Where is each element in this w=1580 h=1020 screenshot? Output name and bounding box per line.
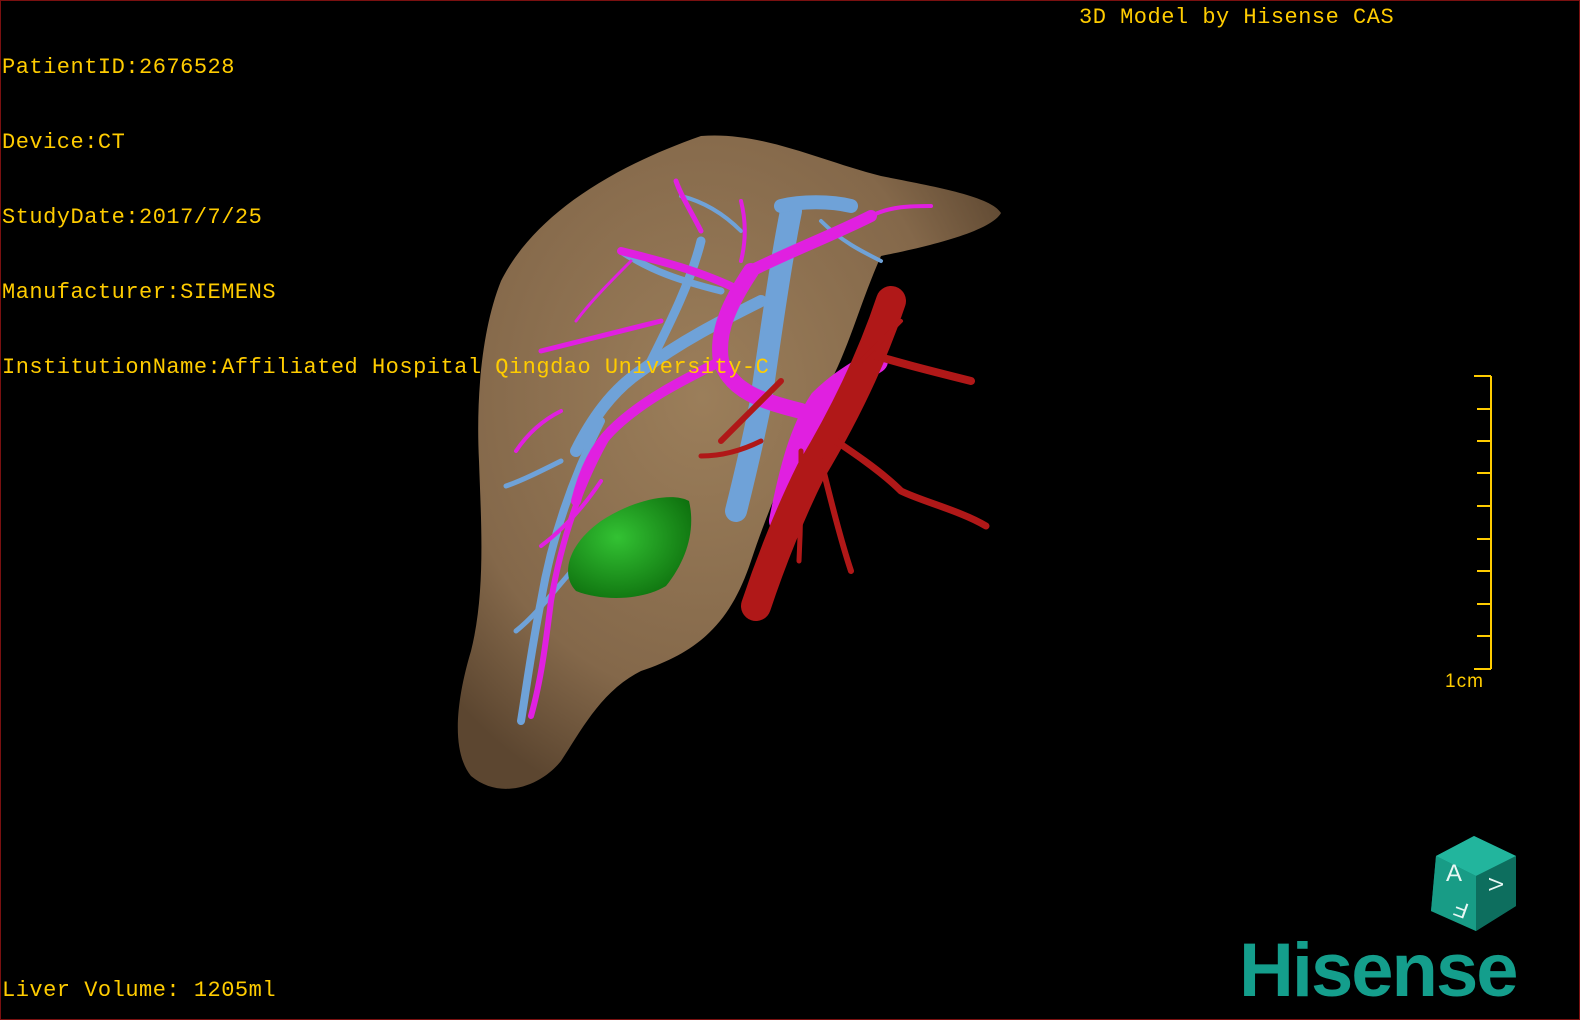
scale-label: 1cm bbox=[1445, 671, 1484, 692]
study-date-text: StudyDate:2017/7/25 bbox=[2, 205, 263, 230]
manufacturer-text: Manufacturer:SIEMENS bbox=[2, 280, 277, 305]
orientation-cube[interactable]: A F V bbox=[1416, 831, 1526, 941]
scale-bar bbox=[1474, 375, 1492, 670]
patient-info-overlay: PatientID:2676528 Device:CT StudyDate:20… bbox=[2, 5, 769, 430]
model-credit-text: 3D Model by Hisense CAS bbox=[1079, 5, 1395, 30]
device-text: Device:CT bbox=[2, 130, 126, 155]
orientation-letter-v: V bbox=[1486, 877, 1508, 891]
3d-viewport[interactable]: PatientID:2676528 Device:CT StudyDate:20… bbox=[0, 0, 1580, 1020]
institution-text: InstitutionName:Affiliated Hospital Qing… bbox=[2, 355, 770, 380]
patient-id-text: PatientID:2676528 bbox=[2, 55, 235, 80]
liver-volume-text: Liver Volume: 1205ml bbox=[2, 978, 277, 1003]
hisense-logo: Hisense bbox=[1239, 928, 1518, 1013]
orientation-letter-a: A bbox=[1446, 860, 1462, 887]
